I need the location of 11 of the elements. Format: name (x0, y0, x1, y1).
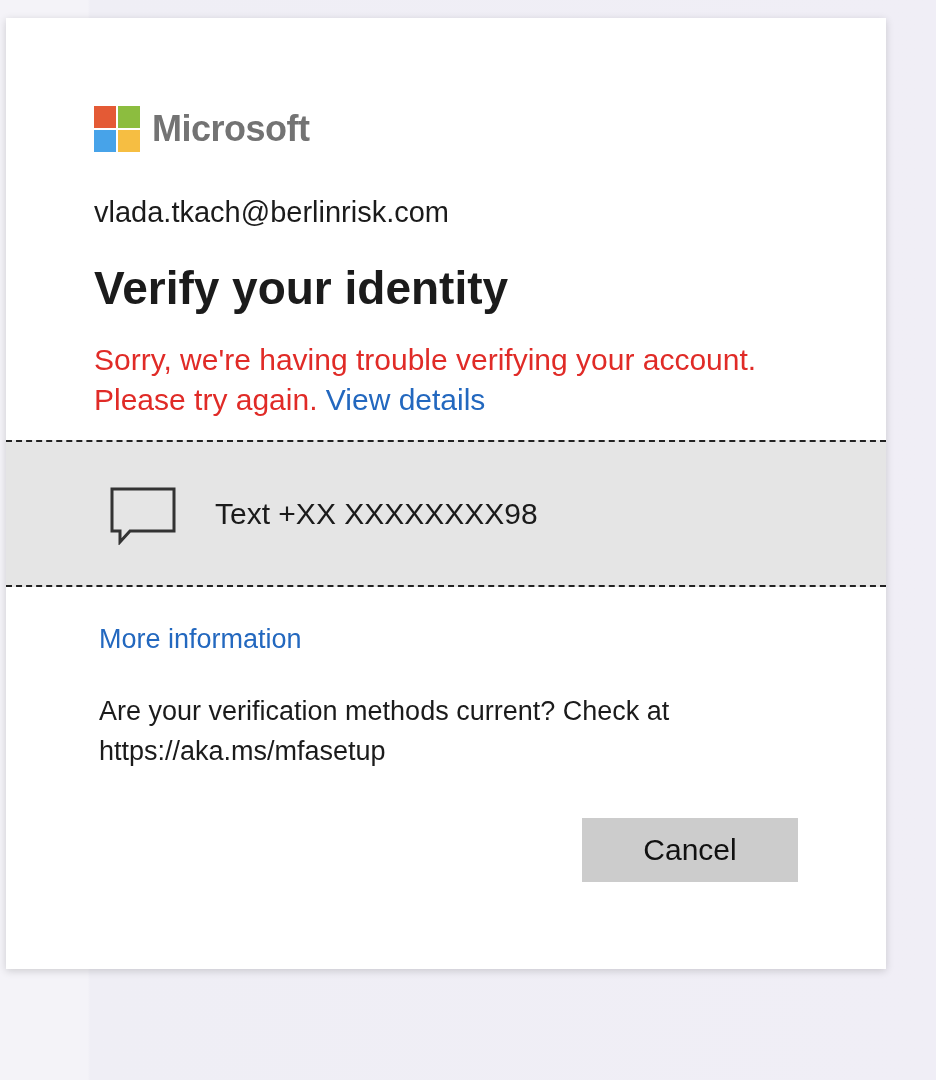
cancel-button[interactable]: Cancel (582, 818, 798, 882)
error-message: Sorry, we're having trouble verifying your account. Please try again. View details (94, 342, 758, 418)
logo-text: Microsoft (152, 107, 310, 151)
verification-methods-note: Are your verification methods current? Check at https://aka.ms/mfasetup (99, 695, 671, 768)
verification-method-option[interactable]: Text +XX XXXXXXXX98 (6, 440, 886, 587)
squares-logo-icon (94, 106, 140, 152)
account-email: vlada.tkach@berlinrisk.com (94, 195, 450, 230)
view-details-link[interactable]: View details (325, 383, 486, 416)
page-title: Verify your identity (94, 261, 510, 316)
speech-bubble-icon (110, 486, 176, 545)
more-information-link[interactable]: More information (99, 621, 302, 657)
